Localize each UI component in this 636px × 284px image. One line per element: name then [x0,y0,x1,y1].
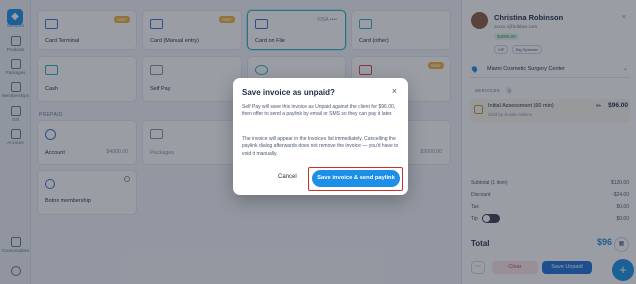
save-unpaid-dialog: Save invoice as unpaid? × Self Pay will … [233,78,408,195]
cancel-button[interactable]: Cancel [278,174,297,180]
dialog-body-paragraph-1: Self Pay will save this invoice as Unpai… [242,104,396,118]
dialog-title: Save invoice as unpaid? [242,88,335,97]
close-icon[interactable]: × [392,87,397,96]
save-and-send-paylink-button[interactable]: Save invoice & send paylink [312,170,400,187]
dialog-body-paragraph-2: The invoice will appear in the Invoices … [242,136,399,157]
